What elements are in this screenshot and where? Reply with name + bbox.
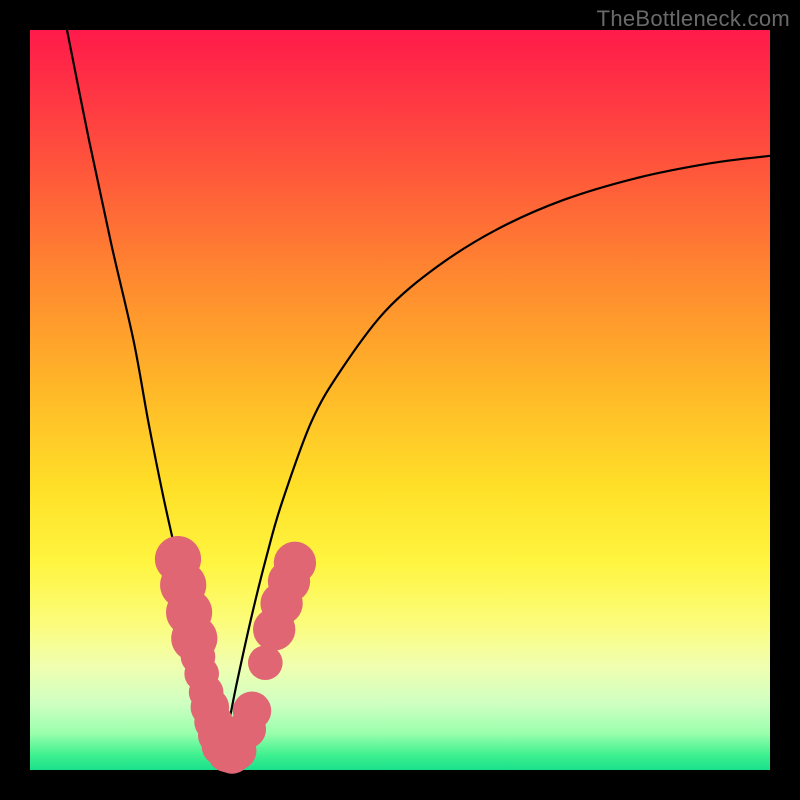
watermark-text: TheBottleneck.com: [597, 6, 790, 32]
curve-group: [67, 30, 770, 755]
data-marker: [248, 645, 283, 680]
data-marker: [274, 542, 316, 584]
chart-svg: [30, 30, 770, 770]
data-marker: [233, 692, 271, 730]
chart-frame: TheBottleneck.com: [0, 0, 800, 800]
marker-group: [155, 536, 316, 774]
curve-right-branch: [222, 156, 770, 755]
plot-area: [30, 30, 770, 770]
